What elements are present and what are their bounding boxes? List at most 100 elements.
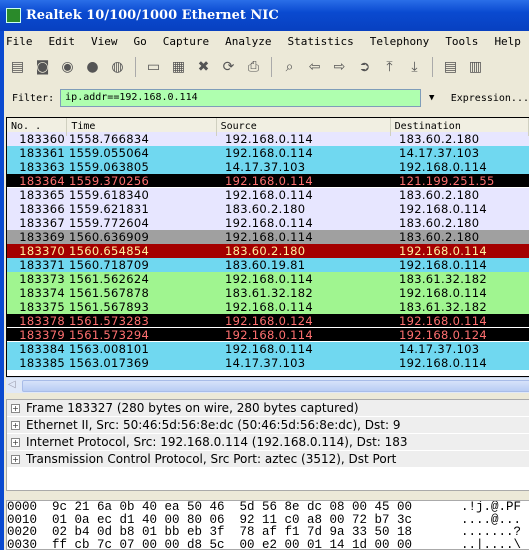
menu-edit[interactable]: Edit bbox=[47, 33, 78, 51]
menu-analyze[interactable]: Analyze bbox=[223, 33, 273, 51]
forward-button[interactable]: ⇨ bbox=[330, 58, 349, 77]
packet-row[interactable]: 183384 1563.008101 192.168.0.114 14.17.37.1… bbox=[7, 342, 529, 356]
print-icon: ⎙ bbox=[247, 59, 260, 75]
save-button[interactable]: ▦ bbox=[169, 58, 188, 77]
packet-src: 192.168.0.114 bbox=[225, 216, 314, 230]
expression-button[interactable]: Expression... bbox=[451, 93, 529, 104]
scrollbar-thumb[interactable] bbox=[22, 380, 529, 392]
packet-row[interactable]: 183379 1561.573294 192.168.0.114 192.168.0.… bbox=[7, 328, 529, 342]
packet-src: 183.60.2.180 bbox=[225, 202, 306, 216]
packet-src: 192.168.0.114 bbox=[225, 146, 314, 160]
packet-row[interactable]: 183375 1561.567893 192.168.0.114 183.61.32.… bbox=[7, 300, 529, 314]
expand-plus-icon[interactable]: + bbox=[11, 420, 20, 430]
expand-plus-icon[interactable]: + bbox=[11, 437, 20, 447]
packet-src: 192.168.0.114 bbox=[225, 328, 314, 342]
reload-button[interactable]: ⟳ bbox=[219, 58, 238, 77]
packet-dst: 192.168.0.114 bbox=[399, 258, 488, 272]
colorize-button[interactable]: ▤ bbox=[441, 58, 460, 77]
stop-capture-button[interactable]: ● bbox=[83, 58, 102, 77]
menu-help[interactable]: Help bbox=[492, 33, 523, 51]
first-packet-button[interactable]: ⤒ bbox=[380, 58, 399, 77]
packet-no: 183378 bbox=[19, 314, 65, 328]
bytes-hex[interactable]: 02 b4 0d b8 01 bb eb 3f 78 af f1 7d 9a 3… bbox=[47, 526, 457, 539]
menu-statistics[interactable]: Statistics bbox=[285, 33, 355, 51]
menu-telephony[interactable]: Telephony bbox=[368, 33, 432, 51]
go-to-packet-button[interactable]: ➲ bbox=[355, 58, 374, 77]
detail-tree-item[interactable]: + Ethernet II, Src: 50:46:5d:56:8e:dc (50… bbox=[7, 417, 529, 434]
bytes-hex[interactable]: 9c 21 6a 0b 40 ea 50 46 5d 56 8e dc 08 0… bbox=[47, 501, 457, 514]
packet-row[interactable]: 183378 1561.573283 192.168.0.124 192.168.0.… bbox=[7, 314, 529, 328]
packet-row[interactable]: 183360 1558.766834 192.168.0.114 183.60.2.1… bbox=[7, 132, 529, 146]
packet-src: 192.168.0.114 bbox=[225, 230, 314, 244]
menu-bar: File Edit View Go Capture Analyze Statistics Te… bbox=[4, 33, 529, 51]
menu-go[interactable]: Go bbox=[132, 33, 149, 51]
menu-file[interactable]: File bbox=[4, 33, 35, 51]
close-button[interactable]: ✖ bbox=[194, 58, 213, 77]
expand-plus-icon[interactable]: + bbox=[11, 403, 20, 413]
filter-label: Filter: bbox=[12, 92, 55, 104]
packet-row[interactable]: 183361 1559.055064 192.168.0.114 14.17.37.1… bbox=[7, 146, 529, 160]
packet-dst: 192.168.0.114 bbox=[399, 202, 488, 216]
capture-options-button[interactable]: ◙ bbox=[33, 58, 52, 77]
bytes-ascii[interactable]: .......? bbox=[457, 526, 521, 539]
packet-row[interactable]: 183385 1563.017369 14.17.37.103 192.168.0.1… bbox=[7, 356, 529, 370]
menu-tools[interactable]: Tools bbox=[443, 33, 480, 51]
packet-src: 192.168.0.114 bbox=[225, 272, 314, 286]
detail-text: Ethernet II, Src: 50:46:5d:56:8e:dc (50:… bbox=[26, 418, 401, 432]
open-button[interactable]: ▭ bbox=[144, 58, 163, 77]
bytes-row: 0000 9c 21 6a 0b 40 ea 50 46 5d 56 8e dc … bbox=[7, 501, 529, 514]
filter-dropdown-chevron-down-icon[interactable]: ▼ bbox=[429, 93, 439, 103]
packet-no: 183373 bbox=[19, 272, 65, 286]
menu-capture[interactable]: Capture bbox=[161, 33, 211, 51]
packet-list-horizontal-scrollbar[interactable]: ◁ bbox=[6, 377, 529, 393]
packet-row[interactable]: 183373 1561.562624 192.168.0.114 183.61.32.… bbox=[7, 272, 529, 286]
packet-src: 192.168.0.114 bbox=[225, 342, 314, 356]
back-button[interactable]: ⇦ bbox=[305, 58, 324, 77]
window-title: Realtek 10/100/1000 Ethernet NIC bbox=[26, 8, 279, 23]
bytes-ascii[interactable]: .!j.@.PF bbox=[457, 501, 521, 514]
packet-bytes-pane: 0000 9c 21 6a 0b 40 ea 50 46 5d 56 8e dc … bbox=[6, 500, 529, 550]
expand-plus-icon[interactable]: + bbox=[11, 454, 20, 464]
packet-row[interactable]: 183366 1559.621831 183.60.2.180 192.168.0.1… bbox=[7, 202, 529, 216]
packet-row[interactable]: 183365 1559.618340 192.168.0.114 183.60.2.1… bbox=[7, 188, 529, 202]
packet-time: 1561.567893 bbox=[69, 300, 150, 314]
packet-row[interactable]: 183364 1559.370256 192.168.0.114 121.199.25… bbox=[7, 174, 529, 188]
bytes-hex[interactable]: ff cb 7c 07 00 00 d8 5c 00 e2 00 01 14 1… bbox=[47, 538, 457, 549]
restart-capture-button[interactable]: ◍ bbox=[108, 58, 127, 77]
detail-tree-item[interactable]: + Frame 183327 (280 bytes on wire, 280 by… bbox=[7, 400, 529, 417]
interfaces-button[interactable]: ▤ bbox=[8, 58, 27, 77]
main-toolbar: ▤ ◙ ◉ ● ◍ ▭ ▦ ✖ ⟳ ⎙ ⌕ ⇦ ⇨ ➲ ⤒ ⤓ ▤ ▥ bbox=[8, 54, 485, 80]
packet-time: 1558.766834 bbox=[69, 132, 150, 146]
packet-no: 183385 bbox=[19, 356, 65, 370]
packet-list: No. . Time Source Destination 183360 1558… bbox=[6, 117, 529, 377]
packet-row[interactable]: 183369 1560.636909 192.168.0.114 183.60.2.1… bbox=[7, 230, 529, 244]
start-capture-button[interactable]: ◉ bbox=[58, 58, 77, 77]
detail-tree-item[interactable]: + Transmission Control Protocol, Src Port… bbox=[7, 451, 529, 468]
packet-src: 192.168.0.124 bbox=[225, 314, 314, 328]
packet-row[interactable]: 183367 1559.772604 192.168.0.114 183.60.2.1… bbox=[7, 216, 529, 230]
back-icon: ⇦ bbox=[308, 59, 321, 75]
detail-tree-item[interactable]: + Internet Protocol, Src: 192.168.0.114 (… bbox=[7, 434, 529, 451]
autoscroll-button[interactable]: ▥ bbox=[466, 58, 485, 77]
find-button[interactable]: ⌕ bbox=[280, 58, 299, 77]
menu-view[interactable]: View bbox=[89, 33, 120, 51]
packet-time: 1560.718709 bbox=[69, 258, 150, 272]
bytes-offset: 0000 bbox=[7, 500, 38, 514]
packet-src: 14.17.37.103 bbox=[225, 356, 306, 370]
bytes-ascii[interactable]: ..|....\ bbox=[457, 538, 521, 549]
packet-dst: 192.168.0.124 bbox=[399, 328, 488, 342]
packet-row[interactable]: 183370 1560.654854 183.60.2.180 192.168.0.1… bbox=[7, 244, 529, 258]
print-button[interactable]: ⎙ bbox=[244, 58, 263, 77]
packet-dst: 14.17.37.103 bbox=[399, 342, 480, 356]
last-packet-icon: ⤓ bbox=[411, 59, 418, 75]
packet-time: 1559.618340 bbox=[69, 188, 150, 202]
packet-row[interactable]: 183371 1560.718709 183.60.19.81 192.168.0.1… bbox=[7, 258, 529, 272]
packet-row[interactable]: 183374 1561.567878 183.61.32.182 192.168.0.… bbox=[7, 286, 529, 300]
scroll-left-arrow-icon[interactable]: ◁ bbox=[8, 379, 16, 390]
autoscroll-icon: ▥ bbox=[468, 59, 483, 75]
packet-row[interactable]: 183363 1559.063805 14.17.37.103 192.168.0.1… bbox=[7, 160, 529, 174]
last-packet-button[interactable]: ⤓ bbox=[405, 58, 424, 77]
filter-input[interactable]: ip.addr==192.168.0.114 bbox=[60, 89, 422, 107]
packet-no: 183374 bbox=[19, 286, 65, 300]
forward-icon: ⇨ bbox=[333, 59, 346, 75]
